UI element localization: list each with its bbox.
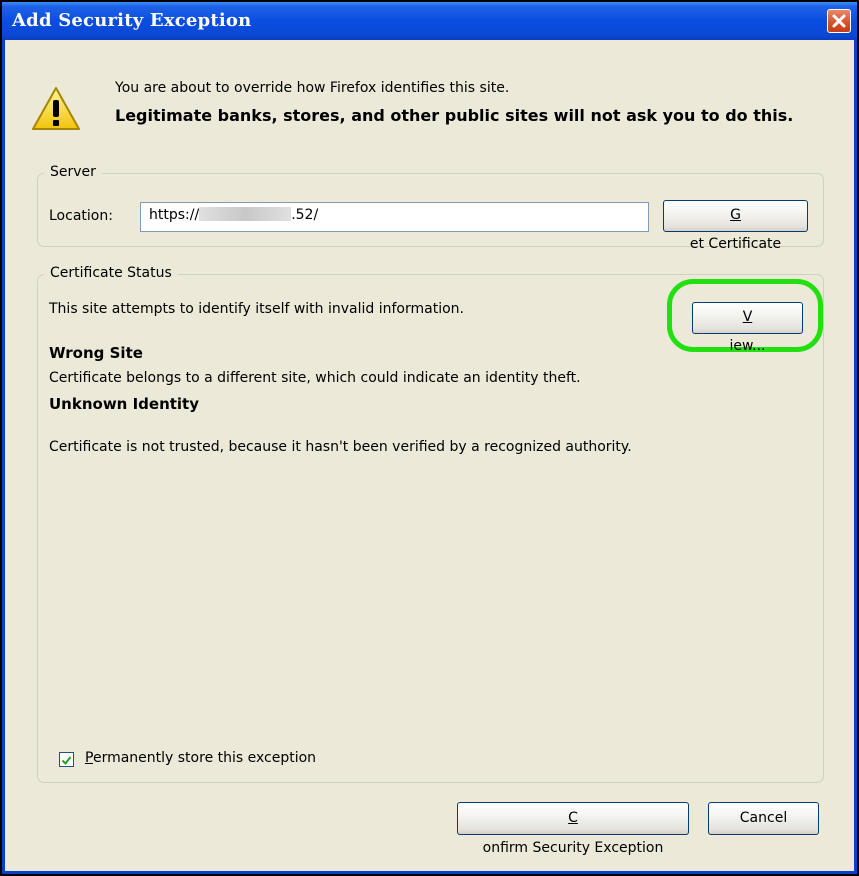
close-button[interactable] [827, 9, 851, 33]
location-label: Location: [49, 208, 113, 224]
get-certificate-label: Get Certificate [689, 207, 782, 252]
warning-text: You are about to override how Firefox id… [115, 80, 510, 96]
location-suffix: .52/ [291, 207, 319, 223]
certificate-summary: This site attempts to identify itself wi… [49, 301, 464, 317]
get-certificate-button[interactable]: Get Certificate [663, 200, 808, 252]
permanent-store-checkbox[interactable] [59, 752, 74, 767]
title-bar[interactable]: Add Security Exception [2, 2, 857, 40]
wrong-site-text: Certificate belongs to a different site,… [49, 370, 581, 386]
dialog-body: You are about to override how Firefox id… [5, 40, 854, 871]
warning-emphasis: Legitimate banks, stores, and other publ… [115, 106, 794, 125]
window-title: Add Security Exception [12, 10, 252, 31]
location-input[interactable]: https:// .52/ [140, 202, 649, 232]
confirm-security-exception-button[interactable]: Confirm Security Exception [457, 802, 689, 856]
cancel-label: Cancel [739, 810, 788, 826]
checkmark-icon [61, 756, 72, 766]
warning-icon [32, 87, 80, 130]
certificate-status-legend: Certificate Status [44, 265, 178, 281]
unknown-identity-heading: Unknown Identity [49, 395, 200, 413]
close-icon [832, 14, 846, 28]
unknown-identity-text: Certificate is not trusted, because it h… [49, 439, 632, 455]
cancel-button[interactable]: Cancel [708, 802, 819, 835]
location-prefix: https:// [149, 207, 200, 223]
redacted-host [199, 207, 292, 221]
confirm-label: Confirm Security Exception [482, 810, 664, 856]
permanent-store-label[interactable]: Permanently store this exception [85, 750, 316, 766]
server-legend: Server [44, 164, 102, 180]
wrong-site-heading: Wrong Site [49, 344, 143, 362]
dialog-window: Add Security Exception You are about to … [0, 0, 859, 876]
view-button[interactable]: View... [692, 302, 803, 354]
view-label: View... [729, 309, 766, 354]
